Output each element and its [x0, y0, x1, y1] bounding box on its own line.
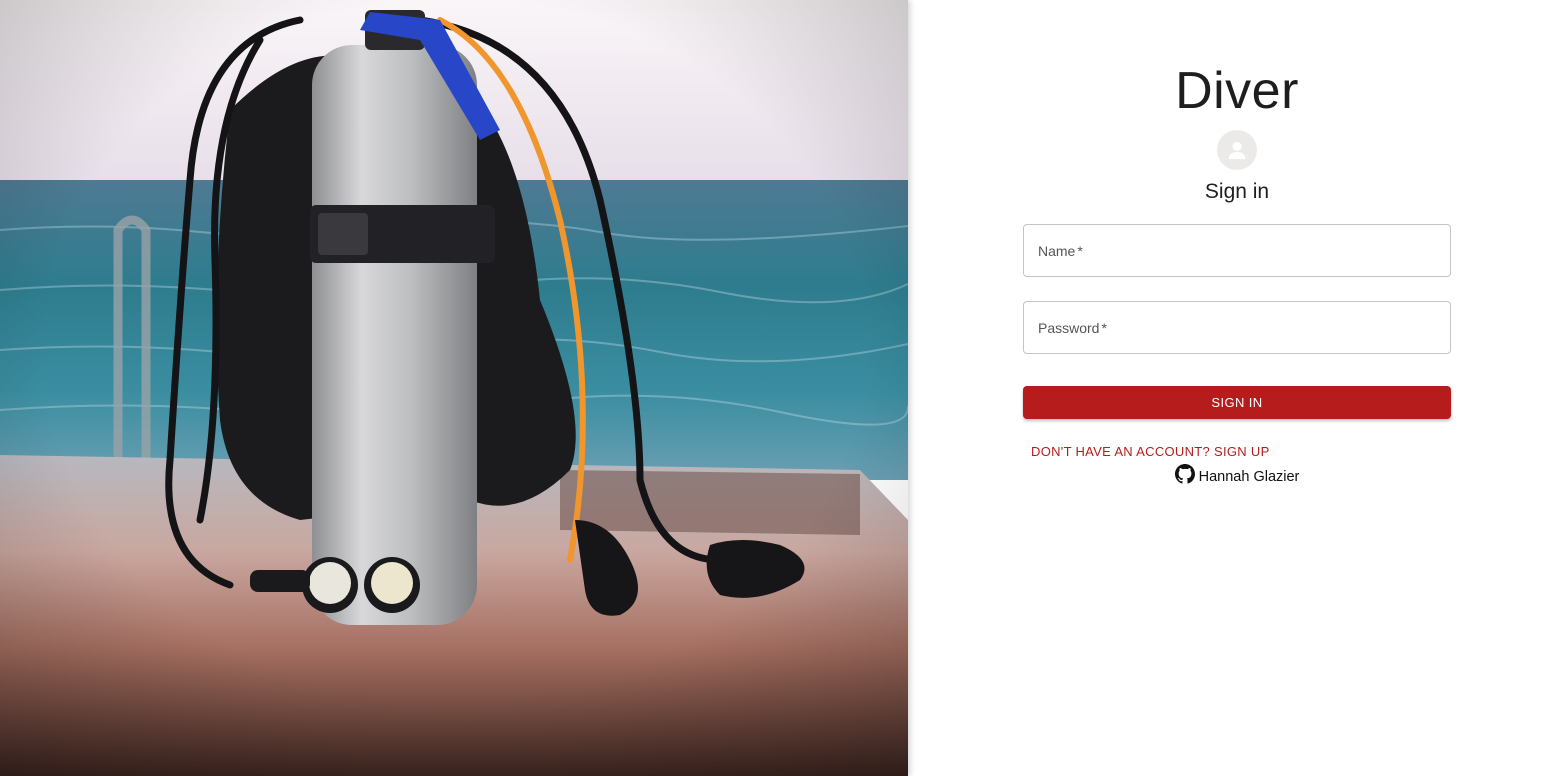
password-field[interactable]: Password * [1023, 301, 1451, 354]
sign-up-link[interactable]: DON'T HAVE AN ACCOUNT? SIGN UP [1031, 444, 1270, 459]
github-icon [1174, 464, 1195, 484]
author-credit-link[interactable]: Hannah Glazier [1174, 464, 1300, 485]
account-circle-icon [1217, 130, 1257, 170]
app-title: Diver [1175, 62, 1299, 120]
name-input[interactable] [1024, 225, 1450, 276]
author-name: Hannah Glazier [1198, 469, 1300, 485]
hero-image-scuba-tank [0, 0, 908, 776]
password-input[interactable] [1024, 302, 1450, 353]
form-heading: Sign in [1204, 180, 1270, 203]
name-field[interactable]: Name * [1023, 224, 1451, 277]
sign-in-form: Diver Sign in Name * Password * SIGN IN DO… [1023, 0, 1451, 485]
signup-row: DON'T HAVE AN ACCOUNT? SIGN UP [1023, 444, 1451, 459]
sign-in-panel: Diver Sign in Name * Password * SIGN IN DO… [908, 0, 1550, 776]
sign-in-button[interactable]: SIGN IN [1023, 386, 1451, 419]
sign-in-page: Diver Sign in Name * Password * SIGN IN DO… [0, 0, 1550, 776]
